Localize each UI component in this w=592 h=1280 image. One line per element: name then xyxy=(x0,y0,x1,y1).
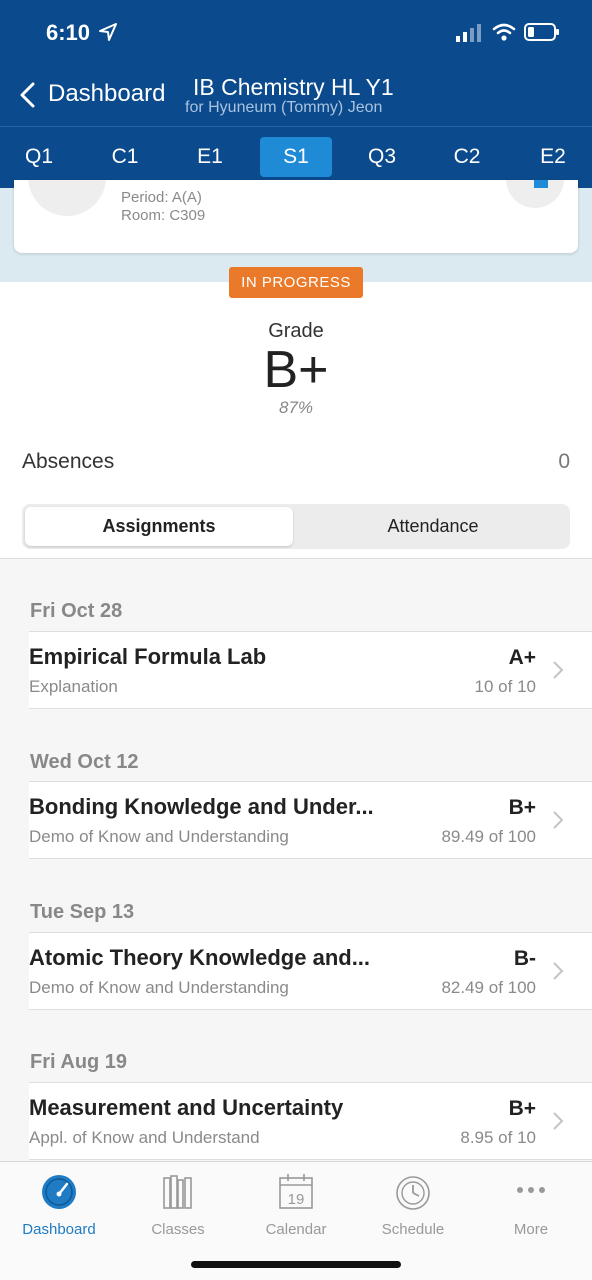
assignment-score: 89.49 of 100 xyxy=(441,827,536,846)
cellular-signal-icon xyxy=(456,24,481,42)
absences-label: Absences xyxy=(22,450,115,473)
term-tab-e2[interactable]: E2 xyxy=(517,137,589,177)
assignment-title: Measurement and Uncertainty xyxy=(29,1095,344,1120)
status-bar: 6:10 xyxy=(0,0,592,64)
assignment-row[interactable]: Measurement and Uncertainty Appl. of Kno… xyxy=(29,1082,592,1160)
books-icon xyxy=(163,1175,192,1209)
assignment-grade: B- xyxy=(513,947,536,970)
chevron-right-icon xyxy=(553,1112,564,1130)
class-room: Room: C309 xyxy=(121,207,206,224)
tab-schedule[interactable]: Schedule xyxy=(358,1170,468,1240)
teacher-avatar xyxy=(28,180,106,216)
tab-calendar[interactable]: 19 Calendar xyxy=(241,1170,351,1240)
page-title: IB Chemistry HL Y1 xyxy=(193,74,394,100)
assignment-category: Demo of Know and Understanding xyxy=(29,827,289,846)
app-header: 6:10 Dashboard IB Chemistry HL Y1 for Hy… xyxy=(0,0,592,188)
term-selector: Q1 C1 E1 S1 Q3 C2 E2 xyxy=(0,126,592,188)
date-header: Tue Sep 13 xyxy=(30,901,135,923)
assignment-title: Bonding Knowledge and Under... xyxy=(29,794,374,819)
chevron-right-icon xyxy=(553,811,564,829)
tab-label: Classes xyxy=(151,1221,205,1238)
chevron-right-icon xyxy=(553,962,564,980)
assignment-category: Explanation xyxy=(29,677,118,696)
term-tab-q3[interactable]: Q3 xyxy=(346,137,418,177)
assignment-grade: A+ xyxy=(508,646,536,669)
status-badge: IN PROGRESS xyxy=(229,267,363,298)
tab-label: Schedule xyxy=(381,1221,445,1238)
home-indicator xyxy=(191,1261,401,1268)
assignment-row[interactable]: Atomic Theory Knowledge and... Demo of K… xyxy=(29,932,592,1010)
assignment-score: 8.95 of 10 xyxy=(460,1128,536,1147)
chevron-left-icon[interactable] xyxy=(18,80,38,110)
status-time: 6:10 xyxy=(46,20,91,45)
date-header: Wed Oct 12 xyxy=(30,751,139,773)
tab-label: Dashboard xyxy=(22,1221,96,1238)
assignment-category: Demo of Know and Understanding xyxy=(29,978,289,997)
more-dots-icon xyxy=(517,1187,545,1193)
segmented-control: Assignments Attendance xyxy=(22,504,570,549)
tab-classes[interactable]: Classes xyxy=(123,1170,233,1240)
class-period: Period: A(A) xyxy=(121,189,202,206)
assignment-score: 82.49 of 100 xyxy=(441,978,536,997)
assignment-title: Atomic Theory Knowledge and... xyxy=(29,945,371,970)
date-header: Fri Aug 19 xyxy=(30,1051,128,1073)
term-tab-e1[interactable]: E1 xyxy=(174,137,246,177)
grade-letter: B+ xyxy=(263,341,329,399)
tab-label: Calendar xyxy=(265,1221,327,1238)
chevron-right-icon xyxy=(553,661,564,679)
assignment-category: Appl. of Know and Understand xyxy=(29,1128,260,1147)
assignment-row[interactable]: Bonding Knowledge and Under... Demo of K… xyxy=(29,781,592,859)
date-header: Fri Oct 28 xyxy=(30,600,123,622)
dashboard-gauge-icon xyxy=(42,1175,76,1209)
wifi-icon xyxy=(492,23,516,41)
assignment-grade: B+ xyxy=(508,796,536,819)
page-subtitle: for Hyuneum (Tommy) Jeon xyxy=(185,99,383,116)
location-arrow-icon xyxy=(99,23,117,41)
tab-label: More xyxy=(513,1221,549,1238)
nav-bar: Dashboard IB Chemistry HL Y1 for Hyuneum… xyxy=(0,64,592,126)
assignment-title: Empirical Formula Lab xyxy=(29,644,267,669)
assignment-grade: B+ xyxy=(508,1097,536,1120)
segment-attendance[interactable]: Attendance xyxy=(299,507,567,546)
term-tab-s1[interactable]: S1 xyxy=(260,137,332,177)
term-tab-c2[interactable]: C2 xyxy=(431,137,503,177)
clock-icon xyxy=(396,1176,430,1210)
calendar-day: 19 xyxy=(288,1191,305,1208)
battery-icon xyxy=(524,23,559,41)
assignment-row[interactable]: Empirical Formula Lab Explanation A+ 10 … xyxy=(29,631,592,709)
assignment-score: 10 of 10 xyxy=(474,677,536,696)
term-tab-c1[interactable]: C1 xyxy=(89,137,161,177)
absences-value: 0 xyxy=(558,450,570,473)
back-button[interactable]: Dashboard xyxy=(48,80,165,108)
class-info-card: Period: A(A) Room: C309 xyxy=(14,180,578,253)
tab-dashboard[interactable]: Dashboard xyxy=(4,1170,114,1240)
term-tab-q1[interactable]: Q1 xyxy=(3,137,75,177)
tab-more[interactable]: More xyxy=(476,1170,586,1240)
calendar-icon: 19 xyxy=(279,1174,313,1209)
email-icon xyxy=(534,180,548,188)
segment-assignments[interactable]: Assignments xyxy=(25,507,293,546)
grade-percent: 87% xyxy=(278,398,314,417)
